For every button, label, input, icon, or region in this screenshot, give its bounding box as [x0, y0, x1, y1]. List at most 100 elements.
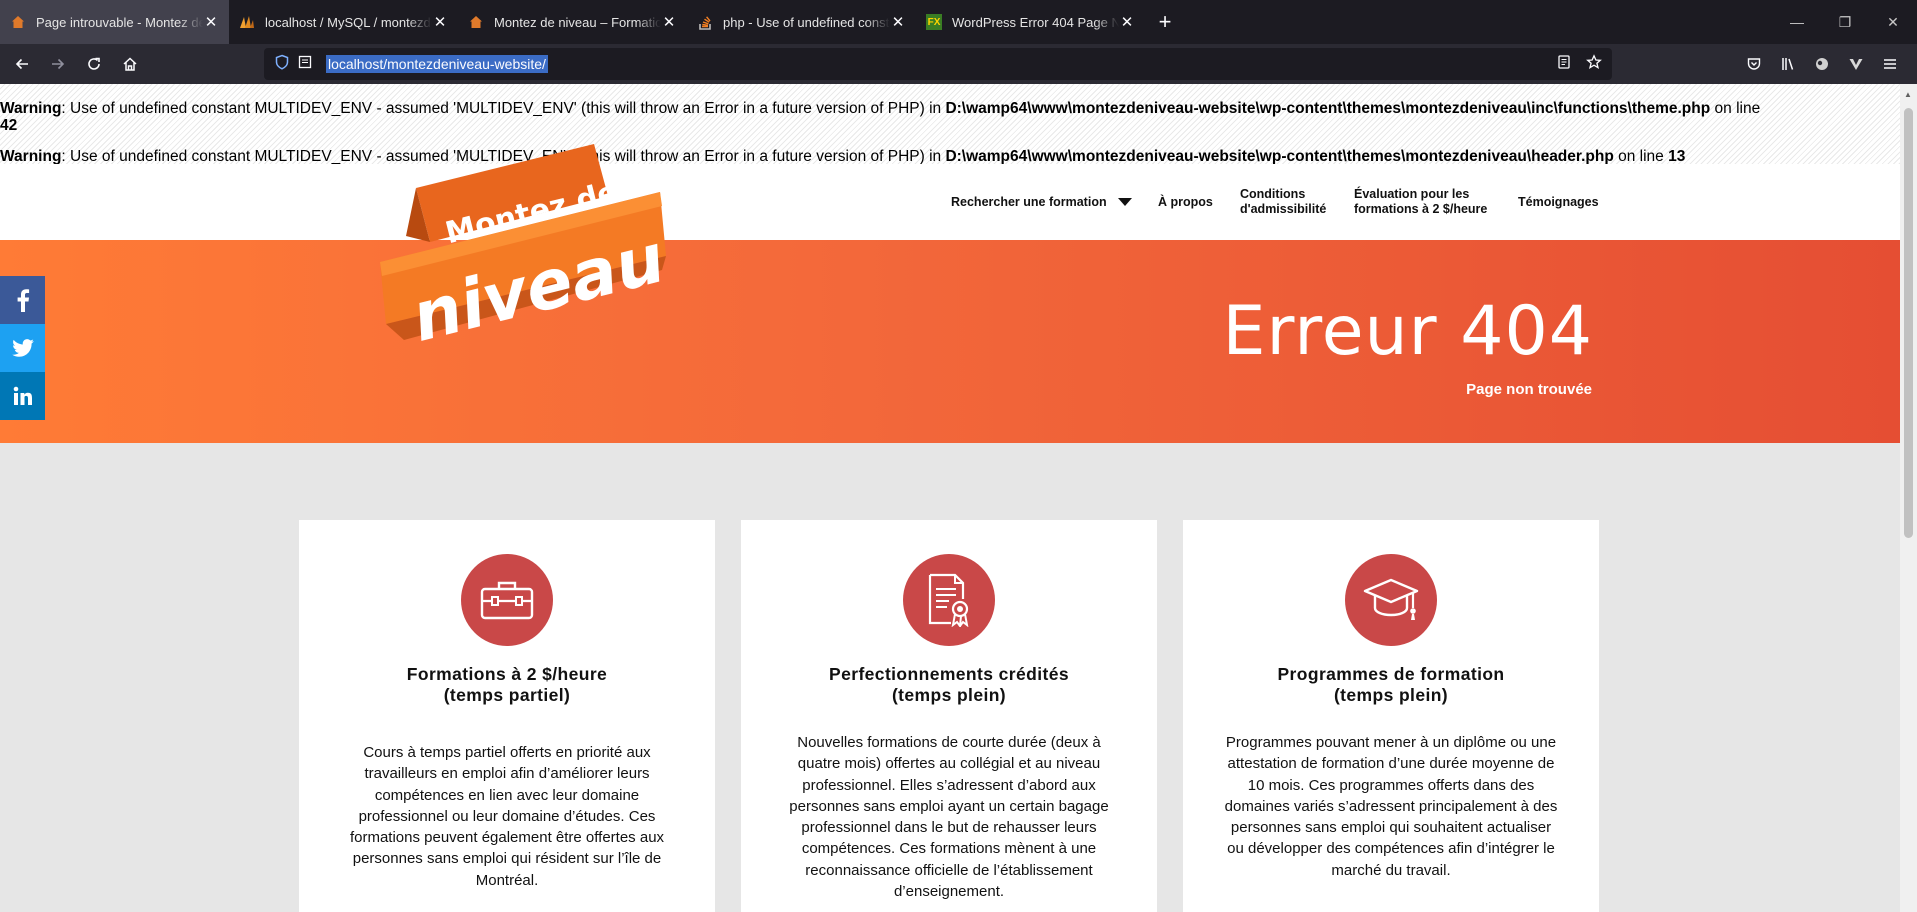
minimize-icon[interactable]: —: [1773, 0, 1821, 44]
menu-label: d'admissibilité: [1240, 202, 1327, 216]
tab-title: Montez de niveau – Formations: [494, 14, 661, 30]
vpn-extension-icon[interactable]: [1839, 48, 1873, 80]
menu-label: Témoignages: [1518, 195, 1599, 209]
shield-icon[interactable]: [274, 54, 290, 75]
card-text: Nouvelles formations de courte durée (de…: [789, 734, 1109, 901]
library-icon[interactable]: [1771, 48, 1805, 80]
menu-item-about[interactable]: À propos: [1158, 195, 1213, 210]
phpmyadmin-icon: [239, 14, 255, 30]
back-icon[interactable]: [6, 48, 38, 80]
card-perfectionnements[interactable]: Perfectionnements crédités (temps plein) …: [741, 520, 1157, 912]
warning-online: on line: [1710, 100, 1761, 117]
hero-banner: Erreur 404 Page non trouvée: [0, 240, 1900, 443]
warning-label: Warning: [0, 100, 62, 117]
site-logo[interactable]: Montez de niveau: [376, 144, 672, 358]
warning-path: D:\wamp64\www\montezdeniveau-website\wp-…: [945, 100, 1711, 117]
menu-label: À propos: [1158, 195, 1213, 209]
menu-label: Rechercher une formation: [951, 195, 1107, 209]
tab-title: WordPress Error 404 Page Not Found: [952, 14, 1119, 30]
fx-icon: FX: [926, 14, 942, 30]
page-scrollbar[interactable]: ▲: [1900, 84, 1917, 912]
close-window-icon[interactable]: ✕: [1869, 0, 1917, 44]
tab-strip: Page introuvable - Montez de niveau ✕ lo…: [0, 0, 1917, 44]
menu-label: Évaluation pour les: [1354, 187, 1470, 201]
tab-wordpress-404[interactable]: FX WordPress Error 404 Page Not Found ✕: [916, 0, 1145, 44]
card-title-line: (temps plein): [1333, 685, 1449, 705]
extension-icon[interactable]: [1805, 48, 1839, 80]
menu-item-conditions[interactable]: Conditions d'admissibilité: [1240, 187, 1326, 217]
tab-stackoverflow[interactable]: php - Use of undefined constant ✕: [687, 0, 916, 44]
card-title: Programmes de formation (temps plein): [1183, 664, 1599, 706]
url-bar[interactable]: localhost/montezdeniveau-website/: [264, 48, 1612, 80]
facebook-icon[interactable]: [0, 276, 45, 324]
graduation-cap-icon: [1345, 554, 1437, 646]
briefcase-icon: [461, 554, 553, 646]
page-content: Warning: Use of undefined constant MULTI…: [0, 84, 1900, 912]
main-menu: Rechercher une formation À propos Condit…: [0, 164, 1900, 240]
menu-item-testimonials[interactable]: Témoignages: [1518, 195, 1599, 210]
card-title-line: Perfectionnements crédités: [829, 664, 1069, 684]
home-orange-icon: [468, 14, 484, 30]
page-info-icon[interactable]: [298, 55, 312, 74]
warning-line: 13: [1668, 148, 1686, 165]
close-tab-icon[interactable]: ✕: [203, 13, 219, 31]
tab-page-introuvable[interactable]: Page introuvable - Montez de niveau ✕: [0, 0, 229, 44]
card-text: Programmes pouvant mener à un diplôme ou…: [1224, 734, 1558, 879]
home-orange-icon: [10, 14, 26, 30]
php-warning: Warning: Use of undefined constant MULTI…: [0, 100, 1760, 134]
twitter-icon[interactable]: [0, 324, 45, 372]
caret-down-icon: [1118, 195, 1133, 210]
warning-text: : Use of undefined constant MULTIDEV_ENV…: [61, 100, 946, 117]
warning-line: 42: [0, 117, 18, 134]
tab-montez-formations[interactable]: Montez de niveau – Formations ✕: [458, 0, 687, 44]
warning-label: Warning: [0, 148, 62, 165]
tab-title: Page introuvable - Montez de niveau: [36, 14, 203, 30]
reader-view-icon[interactable]: [1556, 54, 1572, 75]
new-tab-button[interactable]: +: [1145, 0, 1185, 44]
navigation-toolbar: localhost/montezdeniveau-website/: [0, 44, 1917, 84]
bookmark-star-icon[interactable]: [1586, 54, 1602, 75]
toolbar-right: [1737, 48, 1907, 80]
card-title-line: (temps plein): [891, 685, 1007, 705]
linkedin-icon[interactable]: [0, 372, 45, 420]
card-formations-2-dollars[interactable]: Formations à 2 $/heure (temps partiel) Co…: [299, 520, 715, 912]
card-title: Formations à 2 $/heure (temps partiel): [299, 664, 715, 706]
menu-label: formations à 2 $/heure: [1354, 202, 1488, 216]
site-header: Rechercher une formation À propos Condit…: [0, 164, 1900, 240]
home-icon[interactable]: [114, 48, 146, 80]
pocket-icon[interactable]: [1737, 48, 1771, 80]
close-tab-icon[interactable]: ✕: [1119, 13, 1135, 31]
php-warning: Warning: Use of undefined constant MULTI…: [0, 148, 1685, 165]
url-text[interactable]: localhost/montezdeniveau-website/: [326, 55, 548, 73]
php-warnings: Warning: Use of undefined constant MULTI…: [0, 84, 1900, 165]
warning-online: on line: [1613, 148, 1669, 165]
close-tab-icon[interactable]: ✕: [432, 13, 448, 31]
menu-hamburger-icon[interactable]: [1873, 48, 1907, 80]
close-tab-icon[interactable]: ✕: [890, 13, 906, 31]
montez-de-niveau-logo: Montez de niveau: [380, 144, 672, 358]
restore-icon[interactable]: ❐: [1821, 0, 1869, 44]
card-programmes[interactable]: Programmes de formation (temps plein) Pro…: [1183, 520, 1599, 912]
reload-icon[interactable]: [78, 48, 110, 80]
scrollbar-thumb[interactable]: [1904, 108, 1913, 538]
forward-icon[interactable]: [42, 48, 74, 80]
close-tab-icon[interactable]: ✕: [661, 13, 677, 31]
tab-phpmyadmin[interactable]: localhost / MySQL / montezdeniveau ✕: [229, 0, 458, 44]
card-title-line: (temps partiel): [443, 685, 571, 705]
menu-label: Conditions: [1240, 187, 1306, 201]
warning-path: D:\wamp64\www\montezdeniveau-website\wp-…: [945, 148, 1614, 165]
hero-title: Erreur 404: [1222, 292, 1593, 371]
certificate-icon: [903, 554, 995, 646]
menu-item-search[interactable]: Rechercher une formation: [951, 195, 1133, 210]
card-title-line: Programmes de formation: [1277, 664, 1505, 684]
tab-title: php - Use of undefined constant: [723, 14, 890, 30]
tab-title: localhost / MySQL / montezdeniveau: [265, 14, 432, 30]
window-controls: — ❐ ✕: [1773, 0, 1917, 44]
scroll-up-icon[interactable]: ▲: [1904, 90, 1912, 99]
stackoverflow-icon: [697, 14, 713, 30]
social-share-bar: [0, 276, 45, 420]
hero-subtitle: Page non trouvée: [1466, 381, 1592, 398]
card-text: Cours à temps partiel offerts en priorit…: [349, 744, 665, 889]
menu-item-evaluation[interactable]: Évaluation pour les formations à 2 $/heu…: [1354, 187, 1487, 217]
card-title-line: Formations à 2 $/heure: [406, 664, 608, 684]
